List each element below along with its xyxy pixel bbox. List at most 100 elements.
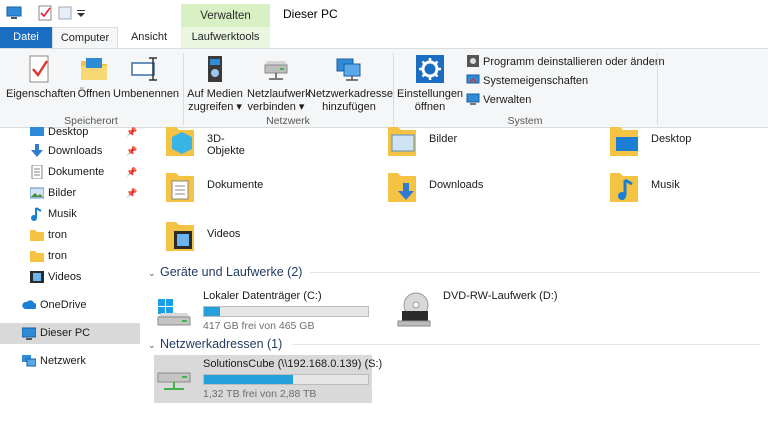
pictures-folder-icon — [388, 127, 416, 156]
drive-free-space: 1,32 TB frei von 2,88 TB — [203, 388, 317, 400]
cloud-icon — [22, 300, 36, 309]
sidebar-item-downloads[interactable]: Downloads 📌 — [0, 141, 140, 162]
folder-label: Desktop — [651, 133, 692, 145]
network-drive-icon — [264, 61, 288, 80]
quick-access-dropdown-icon[interactable] — [73, 5, 89, 21]
downloads-folder-icon — [388, 173, 416, 202]
sidebar-item-desktop[interactable]: Desktop 📌 — [0, 122, 140, 143]
sidebar-item-videos[interactable]: Videos — [0, 267, 140, 288]
pin-icon: 📌 — [126, 167, 138, 177]
sidebar-item-label: Downloads — [48, 145, 103, 157]
drive-network-s[interactable]: SolutionsCube (\\192.168.0.139) (S:) 1,3… — [154, 355, 382, 403]
sidebar-item-label: Desktop — [48, 126, 89, 138]
settings-gear-icon — [416, 55, 444, 83]
open-folder-icon — [81, 58, 107, 80]
section-header-network[interactable]: ⌄ Netzwerkadressen (1) — [148, 335, 282, 353]
sidebar-item-label: Musik — [48, 208, 77, 220]
section-divider — [292, 344, 760, 345]
rename-icon — [131, 57, 157, 81]
drive-name: SolutionsCube (\\192.168.0.139) (S:) — [203, 358, 383, 370]
folder-label: Downloads — [429, 179, 484, 191]
drive-name: Lokaler Datenträger (C:) — [203, 290, 322, 302]
tab-ansicht[interactable]: Ansicht — [118, 27, 180, 48]
section-header-devices[interactable]: ⌄ Geräte und Laufwerke (2) — [148, 263, 302, 281]
tab-computer[interactable]: Computer — [52, 27, 118, 48]
network-location-icon — [336, 58, 361, 81]
netzlaufwerk-label-1: Netzlaufwerk — [247, 88, 311, 100]
sidebar-item-tron[interactable]: tron — [0, 225, 140, 246]
desktop-icon — [30, 127, 44, 136]
einstellungen-label-2: öffnen — [414, 101, 446, 113]
documents-folder-icon — [166, 173, 194, 202]
drive-usage-bar — [203, 374, 369, 385]
pin-icon: 📌 — [126, 146, 138, 156]
sidebar-item-bilder[interactable]: Bilder 📌 — [0, 183, 140, 204]
system-properties-icon — [466, 74, 480, 84]
netzwerkadresse-hinzufuegen-button[interactable]: Netzwerkadresse hinzufügen — [308, 53, 393, 114]
folder-label: Musik — [651, 179, 680, 191]
folder-label: Videos — [207, 228, 241, 240]
drive-usage-fill — [204, 307, 221, 316]
pin-icon: 📌 — [126, 188, 138, 198]
computer-icon — [22, 327, 36, 340]
section-title: Geräte und Laufwerke (2) — [160, 265, 303, 279]
netzlaufwerk-verbinden-button[interactable]: Netzlaufwerk verbinden ▾ — [247, 53, 311, 114]
auf-medien-zugreifen-button[interactable]: Auf Medien zugreifen ▾ — [186, 53, 244, 114]
videos-folder-icon — [166, 222, 194, 251]
section-divider — [310, 272, 760, 273]
pin-icon: 📌 — [126, 127, 138, 137]
tab-datei[interactable]: Datei — [0, 27, 52, 48]
oeffnen-label: Öffnen — [77, 88, 111, 100]
netzwerkadresse-label-1: Netzwerkadresse — [308, 88, 393, 100]
sidebar-item-label: tron — [48, 229, 67, 241]
desktop-folder-icon — [610, 127, 638, 156]
folder-label: 3D-Objekte — [207, 133, 245, 157]
media-server-icon — [208, 56, 222, 82]
systemeigenschaften-label: Systemeigenschaften — [483, 75, 589, 87]
umbenennen-button[interactable]: Umbenennen — [113, 53, 179, 101]
pictures-icon — [30, 187, 44, 199]
netzwerkadresse-label-2: hinzufügen — [322, 101, 376, 113]
drive-local-c[interactable]: Lokaler Datenträger (C:) 417 GB frei von… — [154, 287, 374, 335]
tab-laufwerktools[interactable]: Laufwerktools — [181, 27, 270, 48]
computer-management-icon — [466, 93, 480, 105]
uninstall-program-icon — [467, 55, 479, 67]
programm-deinstallieren-button[interactable]: Programm deinstallieren oder ändern — [466, 53, 665, 71]
drive-dvd-d[interactable]: DVD-RW-Laufwerk (D:) — [394, 287, 594, 335]
chevron-down-icon: ⌄ — [148, 268, 156, 278]
computer-icon[interactable] — [6, 5, 22, 21]
music-note-icon — [31, 207, 42, 221]
sidebar-item-tron[interactable]: tron — [0, 246, 140, 267]
properties-quick-icon[interactable] — [37, 5, 53, 21]
window-title: Dieser PC — [283, 7, 338, 21]
sidebar-item-dokumente[interactable]: Dokumente 📌 — [0, 162, 140, 183]
eigenschaften-button[interactable]: Eigenschaften — [6, 53, 76, 101]
navigation-pane: Desktop 📌 Downloads 📌 Dokumente 📌 Bilder… — [0, 126, 140, 443]
folder-label: Dokumente — [207, 179, 264, 191]
content-pane: 3D-Objekte Bilder Desktop Dokumente Down… — [140, 127, 768, 443]
verwalten-button[interactable]: Verwalten — [466, 91, 531, 109]
chevron-down-icon: ⌄ — [148, 340, 156, 350]
sidebar-item-onedrive[interactable]: OneDrive — [0, 295, 140, 316]
folder-label: Bilder — [429, 133, 458, 145]
section-title: Netzwerkadressen (1) — [160, 337, 283, 351]
network-icon — [22, 355, 36, 367]
folder-icon — [30, 230, 44, 241]
new-folder-quick-icon[interactable] — [57, 5, 73, 21]
einstellungen-oeffnen-button[interactable]: Einstellungen öffnen — [397, 53, 463, 114]
sidebar-item-musik[interactable]: Musik — [0, 204, 140, 225]
sidebar-item-dieser-pc[interactable]: Dieser PC — [0, 323, 140, 344]
programm-deinstallieren-label: Programm deinstallieren oder ändern — [483, 56, 665, 68]
sidebar-item-netzwerk[interactable]: Netzwerk — [0, 351, 140, 372]
drive-name: DVD-RW-Laufwerk (D:) — [443, 290, 558, 302]
network-drive-icon — [157, 369, 191, 390]
systemeigenschaften-button[interactable]: Systemeigenschaften — [466, 72, 588, 90]
oeffnen-button[interactable]: Öffnen — [74, 53, 114, 101]
group-label-netzwerk: Netzwerk — [266, 115, 310, 127]
netzlaufwerk-label-2: verbinden ▾ — [247, 101, 305, 113]
ribbon-tab-row: Datei Computer Ansicht Laufwerktools — [0, 27, 768, 48]
video-icon — [30, 271, 44, 283]
sidebar-item-label: Videos — [48, 271, 82, 283]
properties-icon — [29, 55, 49, 83]
sidebar-item-label: Dieser PC — [40, 327, 91, 339]
